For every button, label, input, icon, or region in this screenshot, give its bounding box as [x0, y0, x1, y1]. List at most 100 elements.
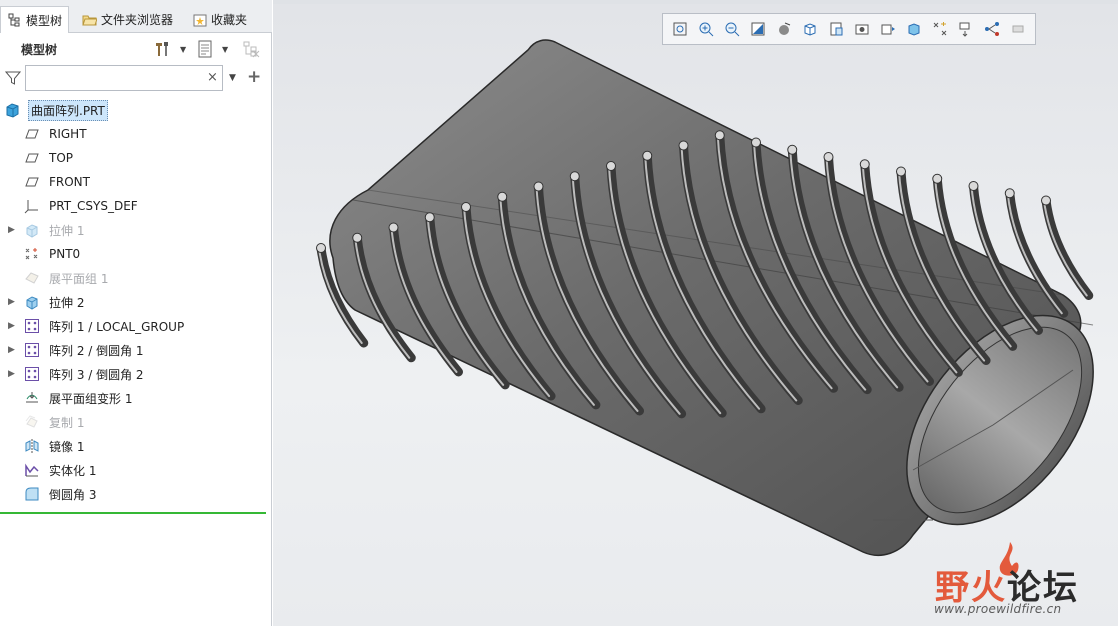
tree-item[interactable]: ▶ 拉伸 2: [0, 290, 272, 314]
model-tree-icon: [7, 13, 22, 28]
datum-display-icon[interactable]: [901, 16, 927, 42]
round-icon: [23, 485, 41, 503]
tab-label: 文件夹浏览器: [101, 13, 174, 27]
pattern-icon: [23, 365, 41, 383]
tree-item[interactable]: ▶ 阵列 3 / 倒圆角 2: [0, 362, 272, 386]
extrude-icon: [23, 293, 41, 311]
tree-item-label: 拉伸 2: [49, 295, 85, 310]
tree-item-label: 拉伸 1: [49, 223, 85, 238]
tree-item[interactable]: ▶ 阵列 1 / LOCAL_GROUP: [0, 314, 272, 338]
flatten-quilt-icon: [23, 269, 41, 287]
clear-icon[interactable]: ×: [207, 70, 218, 85]
tree-item-label: RIGHT: [49, 127, 87, 141]
insert-here-marker[interactable]: [0, 512, 266, 514]
tree-item-label: FRONT: [49, 175, 90, 189]
tree-item[interactable]: 倒圆角 3: [0, 482, 272, 506]
tree-item-label: 复制 1: [49, 415, 85, 430]
tree-item-label: TOP: [49, 151, 74, 165]
datum-plane-icon: [23, 125, 41, 143]
tree-item[interactable]: 实体化 1: [0, 458, 272, 482]
tab-folder-browser[interactable]: 文件夹浏览器: [76, 6, 179, 33]
extrude-icon: [23, 221, 41, 239]
tree-show-icon[interactable]: [195, 39, 215, 59]
solidify-icon: [23, 461, 41, 479]
datum-plane-icon: [23, 173, 41, 191]
chevron-down-icon[interactable]: ▼: [180, 45, 186, 54]
tree-settings-icon[interactable]: [152, 39, 172, 59]
tree-item-label: 展平面组变形 1: [49, 391, 133, 406]
chevron-down-icon[interactable]: ▼: [222, 45, 228, 54]
expand-arrow-icon[interactable]: ▶: [8, 297, 18, 307]
datum-plane-icon: [23, 149, 41, 167]
filter-icon[interactable]: [4, 70, 22, 86]
tree-toolbar: 模型树 ▼ ▼: [0, 33, 272, 63]
model-tree-panel: 模型树 文件夹浏览器 收藏夹 模型树 ▼ ▼ × ▼ + 曲面阵列.PRT RI…: [0, 0, 272, 626]
repaint-icon[interactable]: [745, 16, 771, 42]
tab-model-tree[interactable]: 模型树: [0, 6, 70, 33]
refit-icon[interactable]: [667, 16, 693, 42]
copy-icon: [23, 413, 41, 431]
tree-item-label: 镜像 1: [49, 439, 85, 454]
view-toolbar: [662, 13, 1036, 45]
model-3d-view[interactable]: [273, 0, 1118, 626]
add-icon[interactable]: +: [247, 67, 261, 87]
tree-item[interactable]: RIGHT: [0, 122, 272, 146]
tree-item[interactable]: PRT_CSYS_DEF: [0, 194, 272, 218]
tree-item-label: PNT0: [49, 247, 81, 261]
tree-item[interactable]: ▶ 拉伸 1: [0, 218, 272, 242]
tree-item-label: 阵列 3 / 倒圆角 2: [49, 367, 144, 382]
csys-display-icon[interactable]: [979, 16, 1005, 42]
tree-item[interactable]: PNT0: [0, 242, 272, 266]
tree-item-label: 阵列 2 / 倒圆角 1: [49, 343, 144, 358]
csys-icon: [23, 197, 41, 215]
tree-item-label: 展平面组 1: [49, 271, 109, 286]
tree-item[interactable]: FRONT: [0, 170, 272, 194]
zoom-out-icon[interactable]: [719, 16, 745, 42]
tree-item[interactable]: 复制 1: [0, 410, 272, 434]
annotation-display-icon[interactable]: [927, 16, 953, 42]
tree-root[interactable]: 曲面阵列.PRT: [0, 98, 272, 122]
tab-label: 收藏夹: [211, 13, 248, 27]
rib: [1041, 195, 1094, 300]
display-style-icon[interactable]: [771, 16, 797, 42]
tree-item-label: 倒圆角 3: [49, 487, 97, 502]
tree-root-label: 曲面阵列.PRT: [28, 99, 108, 121]
chevron-down-icon[interactable]: ▼: [229, 73, 236, 83]
section-icon[interactable]: [1005, 16, 1031, 42]
zoom-in-icon[interactable]: [693, 16, 719, 42]
flatten-deform-icon: [23, 389, 41, 407]
tree-item[interactable]: ▶ 阵列 2 / 倒圆角 1: [0, 338, 272, 362]
tree-filter-display-icon[interactable]: [241, 39, 261, 59]
part-icon: [3, 101, 21, 119]
watermark-url: www.proewildfire.cn: [934, 602, 1062, 616]
plane-display-icon[interactable]: [953, 16, 979, 42]
datum-point-icon: [23, 245, 41, 263]
folder-browser-icon: [82, 12, 97, 27]
tree-item[interactable]: 展平面组变形 1: [0, 386, 272, 410]
perspective-icon[interactable]: [849, 16, 875, 42]
panel-tabs: 模型树 文件夹浏览器 收藏夹: [0, 0, 272, 33]
tree-item-label: PRT_CSYS_DEF: [49, 199, 138, 213]
expand-arrow-icon[interactable]: ▶: [8, 225, 18, 235]
saved-views-icon[interactable]: [797, 16, 823, 42]
tree-title: 模型树: [21, 43, 58, 57]
view-manager-icon[interactable]: [823, 16, 849, 42]
spin-center-icon[interactable]: [875, 16, 901, 42]
favorites-icon: [192, 12, 207, 27]
tab-label: 模型树: [26, 13, 63, 28]
watermark-logo: 野火论坛 www.proewildfire.cn: [930, 540, 1110, 620]
pattern-icon: [23, 317, 41, 335]
tree-item-label: 阵列 1 / LOCAL_GROUP: [49, 319, 185, 334]
expand-arrow-icon[interactable]: ▶: [8, 345, 18, 355]
tree-item[interactable]: TOP: [0, 146, 272, 170]
tab-favorites[interactable]: 收藏夹: [186, 6, 253, 33]
expand-arrow-icon[interactable]: ▶: [8, 369, 18, 379]
search-input[interactable]: [25, 65, 223, 91]
pattern-icon: [23, 341, 41, 359]
mirror-icon: [23, 437, 41, 455]
tree-item[interactable]: 展平面组 1: [0, 266, 272, 290]
tree-filter-row: × ▼ +: [0, 64, 272, 92]
tree-item[interactable]: 镜像 1: [0, 434, 272, 458]
expand-arrow-icon[interactable]: ▶: [8, 321, 18, 331]
tree-item-label: 实体化 1: [49, 463, 97, 478]
